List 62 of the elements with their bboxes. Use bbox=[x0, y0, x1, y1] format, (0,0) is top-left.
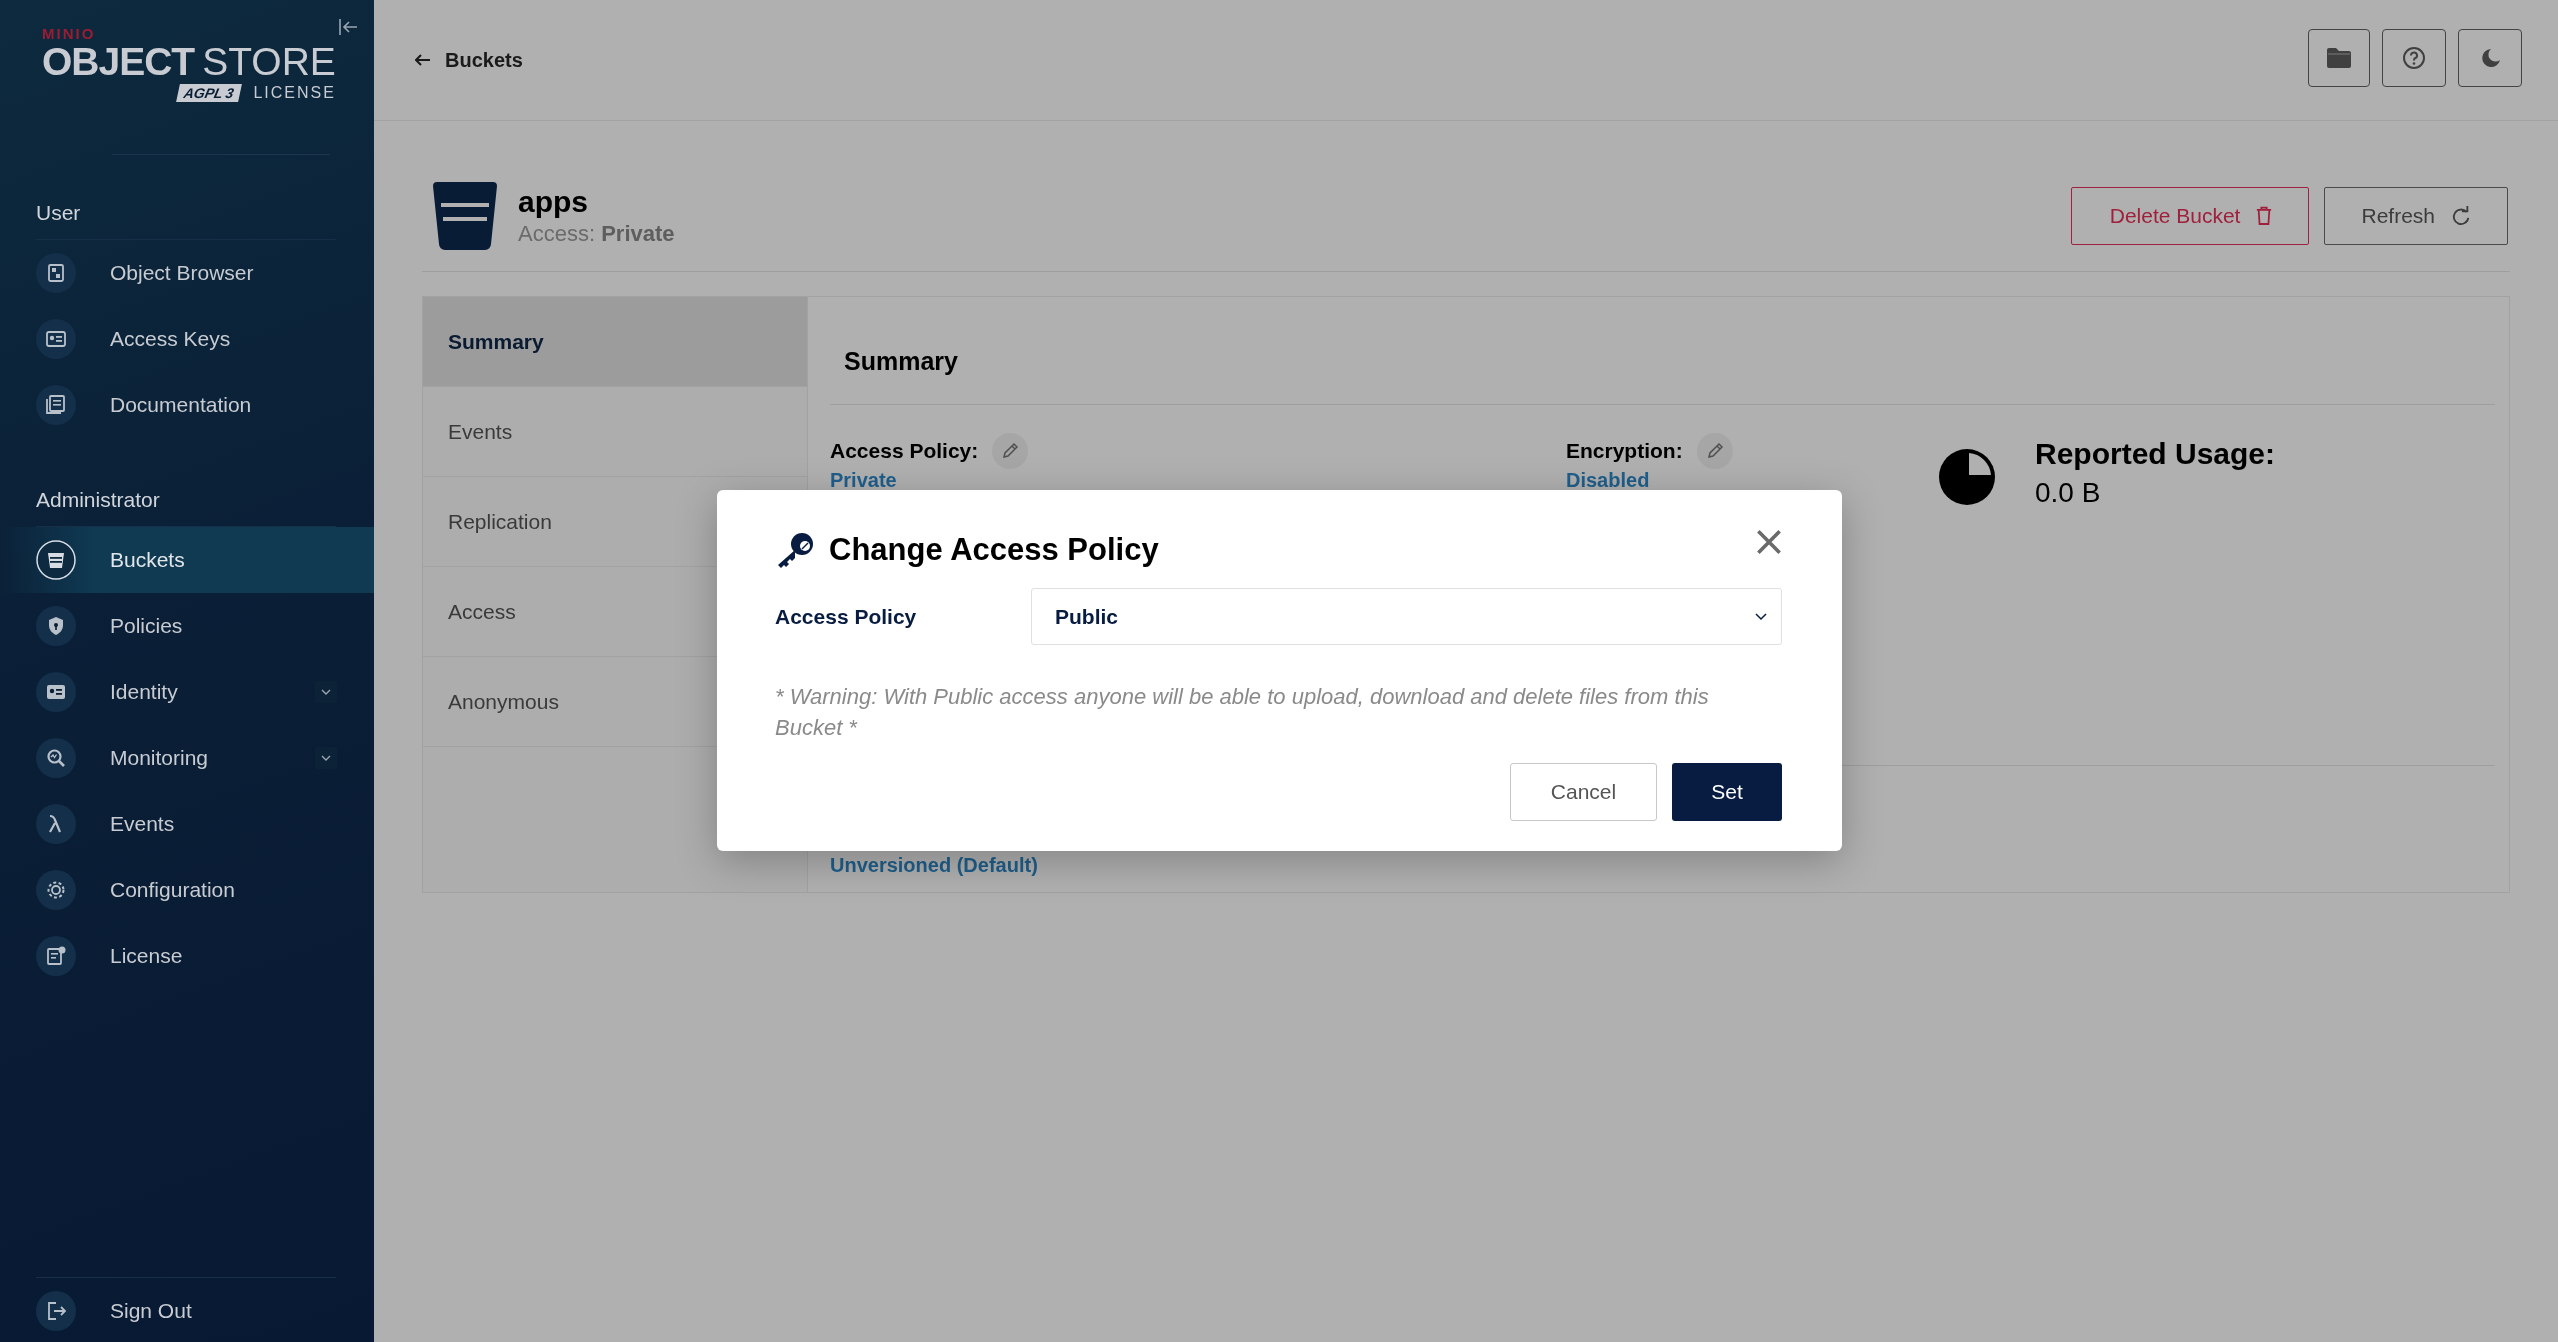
section-heading: Summary bbox=[830, 297, 2495, 405]
usage-label: Reported Usage: bbox=[2035, 437, 2276, 471]
nav-item[interactable]: Monitoring bbox=[0, 725, 374, 791]
folder-icon bbox=[2325, 46, 2353, 70]
nav-item[interactable]: Object Browser bbox=[0, 240, 374, 306]
section-title: Administrator bbox=[35, 487, 161, 513]
property-value: Unversioned (Default) bbox=[830, 854, 1038, 877]
license-label: LICENSE bbox=[253, 84, 336, 102]
certificate-icon bbox=[36, 936, 76, 976]
trash-icon bbox=[2256, 206, 2273, 226]
section-title: User bbox=[35, 200, 82, 226]
nav-item[interactable]: License bbox=[0, 923, 374, 989]
shield-icon bbox=[36, 606, 76, 646]
nav-item[interactable]: Events bbox=[0, 791, 374, 857]
access-policy-select[interactable]: Public bbox=[1031, 588, 1782, 645]
product-name: OBJECT bbox=[42, 42, 195, 82]
nav-item[interactable]: Configuration bbox=[0, 857, 374, 923]
id-card-icon bbox=[36, 672, 76, 712]
close-icon[interactable] bbox=[1756, 529, 1782, 555]
set-button[interactable]: Set bbox=[1672, 763, 1782, 821]
file-icon bbox=[36, 253, 76, 293]
settings-icon bbox=[36, 870, 76, 910]
cancel-button[interactable]: Cancel bbox=[1510, 763, 1657, 821]
collapse-icon[interactable] bbox=[338, 18, 358, 36]
nav-item[interactable]: Documentation bbox=[0, 372, 374, 438]
license-badge: AGPL 3 bbox=[175, 84, 242, 102]
bucket-icon bbox=[433, 182, 497, 250]
chevron-icon bbox=[1755, 612, 1767, 621]
help-icon bbox=[2402, 46, 2426, 70]
pencil-icon[interactable] bbox=[1696, 433, 1733, 469]
nav-item[interactable]: Policies bbox=[0, 593, 374, 659]
pie-chart-icon bbox=[1939, 449, 1995, 505]
property-label: Access Policy: bbox=[830, 439, 979, 463]
folder-button[interactable] bbox=[2308, 29, 2370, 87]
usage-value: 0.0 B bbox=[2035, 477, 2102, 509]
id-card-icon bbox=[36, 319, 76, 359]
dialog-title: Change Access Policy bbox=[829, 532, 1159, 568]
help-button[interactable] bbox=[2382, 29, 2446, 87]
property-value: Private bbox=[830, 469, 897, 492]
bucket-access: Access: Private bbox=[518, 221, 675, 247]
brand-logo: MINIO bbox=[42, 26, 96, 42]
nav-item[interactable]: Access Keys bbox=[0, 306, 374, 372]
property-value: Disabled bbox=[1566, 469, 1650, 492]
dark-mode-button[interactable] bbox=[2458, 29, 2522, 87]
magnifier-icon bbox=[36, 738, 76, 778]
bucket-tab[interactable]: Events bbox=[423, 387, 807, 477]
bucket-tab[interactable]: Summary bbox=[423, 297, 807, 387]
refresh-icon bbox=[2451, 206, 2471, 226]
lambda-icon bbox=[36, 804, 76, 844]
back-link[interactable]: Buckets bbox=[415, 48, 523, 72]
nav-item[interactable]: Identity bbox=[0, 659, 374, 725]
bucket-name: apps bbox=[518, 185, 590, 219]
sign-out-item[interactable]: Sign Out bbox=[0, 1280, 374, 1342]
property-label: Encryption: bbox=[1566, 439, 1683, 463]
logout-icon bbox=[36, 1291, 76, 1331]
pencil-icon[interactable] bbox=[992, 433, 1029, 469]
bucket-icon bbox=[36, 540, 76, 580]
back-arrow-icon bbox=[415, 54, 431, 66]
refresh-button[interactable]: Refresh bbox=[2324, 187, 2508, 245]
document-icon bbox=[36, 385, 76, 425]
product-name: STORE bbox=[202, 42, 336, 82]
delete-button[interactable]: Delete Bucket bbox=[2070, 187, 2310, 245]
